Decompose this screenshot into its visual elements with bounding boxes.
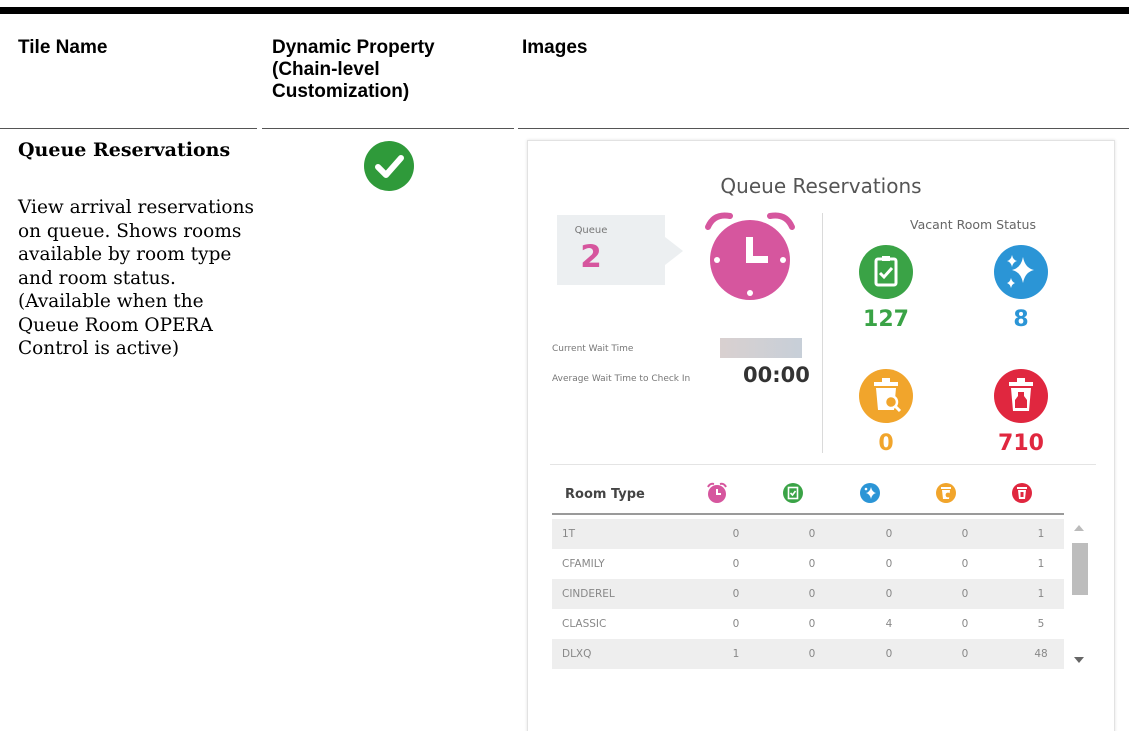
value-cell: 48 [1034, 648, 1048, 660]
value-cell: 4 [885, 618, 893, 630]
average-wait-value: 00:00 [743, 363, 810, 387]
trash-bottle-icon[interactable] [994, 369, 1048, 428]
clipboard-check-icon[interactable] [859, 245, 913, 304]
current-wait-bar [720, 338, 802, 358]
value-cell: 1 [1037, 558, 1045, 570]
room-type-cell: CINDEREL [562, 588, 615, 600]
value-cell: 0 [732, 588, 740, 600]
value-cell: 0 [961, 528, 969, 540]
value-cell: 0 [732, 618, 740, 630]
room-type-cell: CFAMILY [562, 558, 605, 570]
alarm-clock-icon[interactable] [706, 482, 728, 509]
value-cell: 0 [808, 558, 816, 570]
value-cell: 5 [1037, 618, 1045, 630]
value-cell: 0 [885, 648, 893, 660]
queue-reservations-widget: Queue Reservations Queue 2 Current Wait … [527, 140, 1115, 731]
clipboard-check-icon[interactable] [782, 482, 804, 509]
vacant-status-title: Vacant Room Status [910, 217, 1036, 232]
value-cell: 0 [961, 558, 969, 570]
value-cell: 0 [808, 588, 816, 600]
queue-box-pointer [665, 237, 683, 265]
average-wait-label: Average Wait Time to Check In [552, 374, 691, 384]
vacant-pickup-count: 710 [998, 431, 1044, 456]
scroll-down-arrow-icon[interactable] [1074, 657, 1084, 663]
trash-search-icon[interactable] [859, 369, 913, 428]
section-divider [822, 213, 823, 453]
trash-search-icon[interactable] [935, 482, 957, 509]
queue-label: Queue [574, 225, 608, 236]
tile-name: Queue Reservations [18, 139, 231, 161]
check-circle-icon [364, 141, 414, 191]
header-rule [518, 128, 1129, 129]
vacant-clean-count: 127 [863, 307, 909, 332]
table-row[interactable]: 1T 0 0 0 0 1 [552, 519, 1064, 549]
vacant-dirty-count: 0 [878, 431, 894, 456]
value-cell: 1 [1037, 528, 1045, 540]
value-cell: 0 [808, 618, 816, 630]
value-cell: 0 [885, 528, 893, 540]
queue-count: 2 [580, 239, 602, 275]
value-cell: 0 [961, 618, 969, 630]
vacant-inspected-count: 8 [1013, 307, 1029, 332]
trash-bottle-icon[interactable] [1011, 482, 1033, 509]
table-scrollbar[interactable] [1069, 519, 1089, 669]
room-type-cell: DLXQ [562, 648, 592, 660]
value-cell: 0 [732, 558, 740, 570]
current-wait-label: Current Wait Time [552, 344, 634, 354]
value-cell: 1 [1037, 588, 1045, 600]
scrollbar-thumb[interactable] [1072, 543, 1088, 595]
room-type-cell: CLASSIC [562, 618, 607, 630]
queue-count-box[interactable]: Queue 2 [557, 215, 665, 285]
value-cell: 0 [961, 648, 969, 660]
room-type-cell: 1T [562, 528, 576, 540]
value-cell: 0 [732, 528, 740, 540]
sparkle-icon[interactable] [859, 482, 881, 509]
table-row[interactable]: CLASSIC 0 0 4 0 5 [552, 609, 1064, 639]
widget-title: Queue Reservations [720, 174, 922, 198]
value-cell: 0 [961, 588, 969, 600]
table-header-rule [552, 513, 1064, 515]
table-row[interactable]: CFAMILY 0 0 0 0 1 [552, 549, 1064, 579]
room-type-header[interactable]: Room Type [565, 487, 645, 502]
value-cell: 1 [732, 648, 740, 660]
value-cell: 0 [885, 558, 893, 570]
header-dynamic-property: Dynamic Property (Chain-level Customizat… [272, 37, 435, 102]
tile-description: View arrival reservations on queue. Show… [18, 197, 254, 359]
header-images: Images [522, 37, 588, 58]
scroll-up-arrow-icon[interactable] [1074, 525, 1084, 531]
table-row[interactable]: DLXQ 1 0 0 0 48 [552, 639, 1064, 669]
table-row[interactable]: CINDEREL 0 0 0 0 1 [552, 579, 1064, 609]
top-rule [0, 7, 1129, 14]
header-tile-name: Tile Name [18, 37, 108, 58]
value-cell: 0 [808, 648, 816, 660]
section-divider [550, 464, 1096, 465]
header-rule [262, 128, 514, 129]
value-cell: 0 [808, 528, 816, 540]
value-cell: 0 [885, 588, 893, 600]
header-rule [0, 128, 257, 129]
alarm-clock-icon [700, 207, 800, 312]
sparkle-icon[interactable] [994, 245, 1048, 304]
